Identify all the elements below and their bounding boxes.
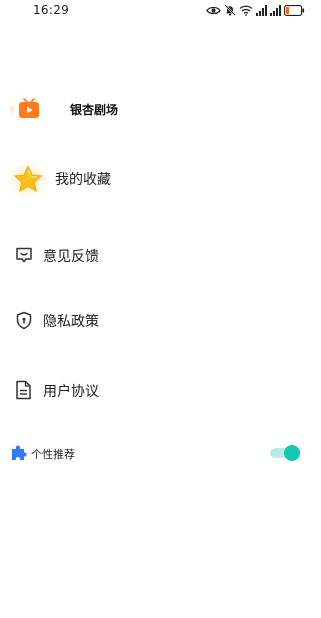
wifi-icon — [239, 5, 253, 16]
brand-label: 银杏剧场 — [70, 103, 119, 117]
play-tv-icon — [17, 96, 41, 120]
signal-icon — [270, 4, 281, 16]
feedback-label: 意见反馈 — [43, 249, 99, 265]
personalize-label: 个性推荐 — [31, 448, 75, 461]
agreement-label: 用户协议 — [43, 384, 99, 400]
signal-icon — [256, 4, 267, 16]
toggle-knob — [284, 445, 300, 461]
status-bar: 16:29 — [0, 0, 321, 22]
privacy-row[interactable]: 隐私政策 — [0, 309, 321, 331]
battery-low-icon — [284, 4, 305, 16]
privacy-label: 隐私政策 — [43, 314, 99, 330]
screen: 16:29 银杏剧场 我的收藏 意见反馈 隐私政策 用户协议 个性推荐 — [0, 0, 321, 618]
document-icon — [15, 380, 32, 400]
brand-row[interactable]: 银杏剧场 — [0, 96, 321, 120]
feedback-row[interactable]: 意见反馈 — [0, 244, 321, 266]
agreement-row[interactable]: 用户协议 — [0, 379, 321, 401]
favorites-label: 我的收藏 — [55, 172, 111, 188]
status-time: 16:29 — [33, 3, 70, 17]
eye-icon — [206, 6, 221, 14]
shield-icon — [15, 311, 33, 330]
favorites-row[interactable]: 我的收藏 — [0, 160, 321, 200]
mute-bell-icon — [224, 4, 236, 16]
personalize-toggle[interactable] — [270, 445, 300, 461]
status-icons — [206, 3, 305, 17]
puzzle-icon — [10, 444, 27, 461]
star-icon — [13, 165, 43, 193]
message-box-icon — [15, 246, 33, 264]
brand-icon-glow — [8, 102, 16, 116]
